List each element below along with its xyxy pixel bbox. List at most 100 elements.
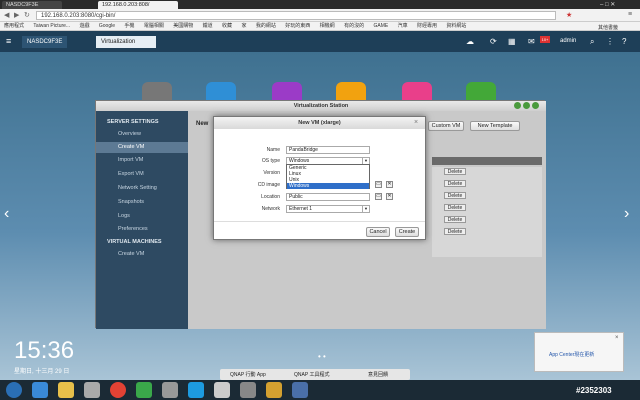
folder-icon[interactable]: ▭ (375, 193, 382, 200)
window-controls[interactable]: – □ ✕ (600, 1, 615, 8)
quick-link-utility[interactable]: QNAP 工具程式 (294, 371, 329, 378)
new-template-button[interactable]: New Template (470, 121, 520, 131)
chevron-down-icon[interactable]: ▼ (362, 206, 369, 212)
table-row-delete-button[interactable]: Delete (444, 228, 466, 235)
bookmark[interactable]: 收藏 (222, 23, 232, 29)
bookmark[interactable]: 汽車 (398, 23, 408, 29)
table-row-delete-button[interactable]: Delete (444, 216, 466, 223)
ie-icon[interactable] (32, 382, 48, 398)
bookmark[interactable]: 家 (241, 23, 246, 29)
network-select[interactable]: Ethernet 1 ▼ (286, 205, 370, 213)
bookmark[interactable]: 有的沒的 (344, 23, 364, 29)
notification-panel[interactable]: App Center現在更新 × (534, 332, 624, 372)
create-button[interactable]: Create (395, 227, 419, 237)
bookmark[interactable]: 美國購物 (173, 23, 193, 29)
app-icon[interactable] (214, 382, 230, 398)
new-vm-dialog: New VM (xlarge) × Name PandaBridge OS ty… (213, 116, 426, 240)
bookmark[interactable]: 我的網站 (256, 23, 276, 29)
clear-icon[interactable]: ✕ (386, 181, 393, 188)
notification-text[interactable]: App Center現在更新 (549, 351, 594, 358)
task-icon[interactable]: ▦ (508, 37, 516, 46)
quick-link-feedback[interactable]: 意見回饋 (368, 371, 388, 378)
back-icon[interactable]: ◀ (4, 11, 9, 19)
table-row-delete-button[interactable]: Delete (444, 204, 466, 211)
sidebar-item-import-vm[interactable]: Import VM (96, 155, 188, 166)
bookmark[interactable]: Taiwan Picture... (33, 23, 70, 29)
nas-topbar: ≡ NASDC9F3E Virtualization ☁ ⟳ ▦ ✉ 10+ a… (0, 31, 640, 52)
bookmark[interactable]: Google (99, 23, 115, 29)
nas-app-tab[interactable]: Virtualization (96, 36, 156, 48)
menu-icon[interactable]: ≡ (6, 36, 11, 46)
folder-icon[interactable]: ▭ (375, 181, 382, 188)
media-icon[interactable] (84, 382, 100, 398)
prev-page-icon[interactable]: ‹ (4, 205, 9, 223)
dialog-title: New VM (xlarge) (214, 117, 425, 129)
browser-tab-active[interactable]: 192.168.0.203:808/ (98, 1, 178, 9)
version-label: Version (263, 170, 280, 176)
network-value: Ethernet 1 (289, 206, 313, 212)
bookmark[interactable]: 相機網 (320, 23, 335, 29)
clock: 15:36 (14, 337, 75, 364)
sidebar-item-overview[interactable]: Overview (96, 129, 188, 140)
table-row-delete-button[interactable]: Delete (444, 192, 466, 199)
bookmark[interactable]: 電腦相關 (144, 23, 164, 29)
nas-tab[interactable]: NASDC9F3E (22, 36, 68, 48)
bookmark[interactable]: 鐵道 (203, 23, 213, 29)
extension-icon[interactable]: ★ (566, 11, 572, 19)
bookmark[interactable]: 財經專用 (417, 23, 437, 29)
forward-icon[interactable]: ▶ (14, 11, 19, 19)
browser-tab[interactable]: NASDC9F3E (2, 1, 62, 9)
search-icon[interactable]: ⌕ (590, 37, 594, 47)
skype-icon[interactable] (188, 382, 204, 398)
table-row-delete-button[interactable]: Delete (444, 180, 466, 187)
maximize-icon[interactable] (523, 102, 530, 109)
location-field[interactable]: Public (286, 193, 370, 201)
sidebar-item-network[interactable]: Network Setting (96, 183, 188, 194)
bookmark[interactable]: 遊戲 (79, 23, 89, 29)
divider (214, 221, 425, 222)
bookmark[interactable]: 資料網站 (446, 23, 466, 29)
sidebar-item-snapshots[interactable]: Snapshots (96, 197, 188, 208)
reload-icon[interactable]: ↻ (24, 11, 30, 19)
quick-link-mobile[interactable]: QNAP 行動 App (230, 371, 266, 378)
refresh-icon[interactable]: ⟳ (490, 37, 497, 46)
bookmark[interactable]: GAME (373, 23, 388, 29)
app-icon[interactable] (162, 382, 178, 398)
user-menu[interactable]: admin (560, 38, 576, 44)
chrome-icon[interactable] (110, 382, 126, 398)
bookmark[interactable]: 好玩的東西 (285, 23, 310, 29)
sidebar-item-create-vm[interactable]: Create VM (96, 142, 188, 153)
sidebar-item-logs[interactable]: Logs (96, 211, 188, 222)
bookmark[interactable]: 手機 (124, 23, 134, 29)
sidebar-item-create-vm-2[interactable]: Create VM (96, 249, 188, 260)
app-icon[interactable] (292, 382, 308, 398)
minimize-icon[interactable] (514, 102, 521, 109)
explorer-icon[interactable] (58, 382, 74, 398)
close-icon[interactable] (532, 102, 539, 109)
help-icon[interactable]: ? (622, 37, 626, 46)
bookmark[interactable]: 應用程式 (4, 23, 24, 29)
app-icon[interactable] (266, 382, 282, 398)
more-icon[interactable]: ⋮ (606, 37, 614, 46)
table-row-delete-button[interactable]: Delete (444, 168, 466, 175)
cancel-button[interactable]: Cancel (366, 227, 390, 237)
app-icon[interactable] (136, 382, 152, 398)
app-icon[interactable] (240, 382, 256, 398)
close-icon[interactable]: × (615, 335, 619, 341)
menu-icon[interactable]: ≡ (628, 11, 632, 18)
sidebar-item-export-vm[interactable]: Export VM (96, 169, 188, 180)
clear-icon[interactable]: ✕ (386, 193, 393, 200)
page-dots[interactable]: • • (318, 352, 326, 361)
notification-icon[interactable]: ✉ (528, 37, 535, 46)
bookmark-other[interactable]: 其他書籤 (598, 24, 618, 30)
custom-vm-button[interactable]: Custom VM (428, 121, 464, 131)
network-label: Network (261, 206, 280, 212)
dialog-close-icon[interactable]: × (414, 119, 418, 126)
cloud-icon[interactable]: ☁ (466, 37, 474, 46)
url-input[interactable]: 192.168.0.203:8080/cgi-bin/ (36, 11, 556, 20)
os-option-selected[interactable]: Windows (287, 183, 369, 189)
start-icon[interactable] (6, 382, 22, 398)
name-field[interactable]: PandaBridge (286, 146, 370, 154)
next-page-icon[interactable]: › (624, 205, 629, 223)
sidebar-item-preferences[interactable]: Preferences (96, 224, 188, 235)
